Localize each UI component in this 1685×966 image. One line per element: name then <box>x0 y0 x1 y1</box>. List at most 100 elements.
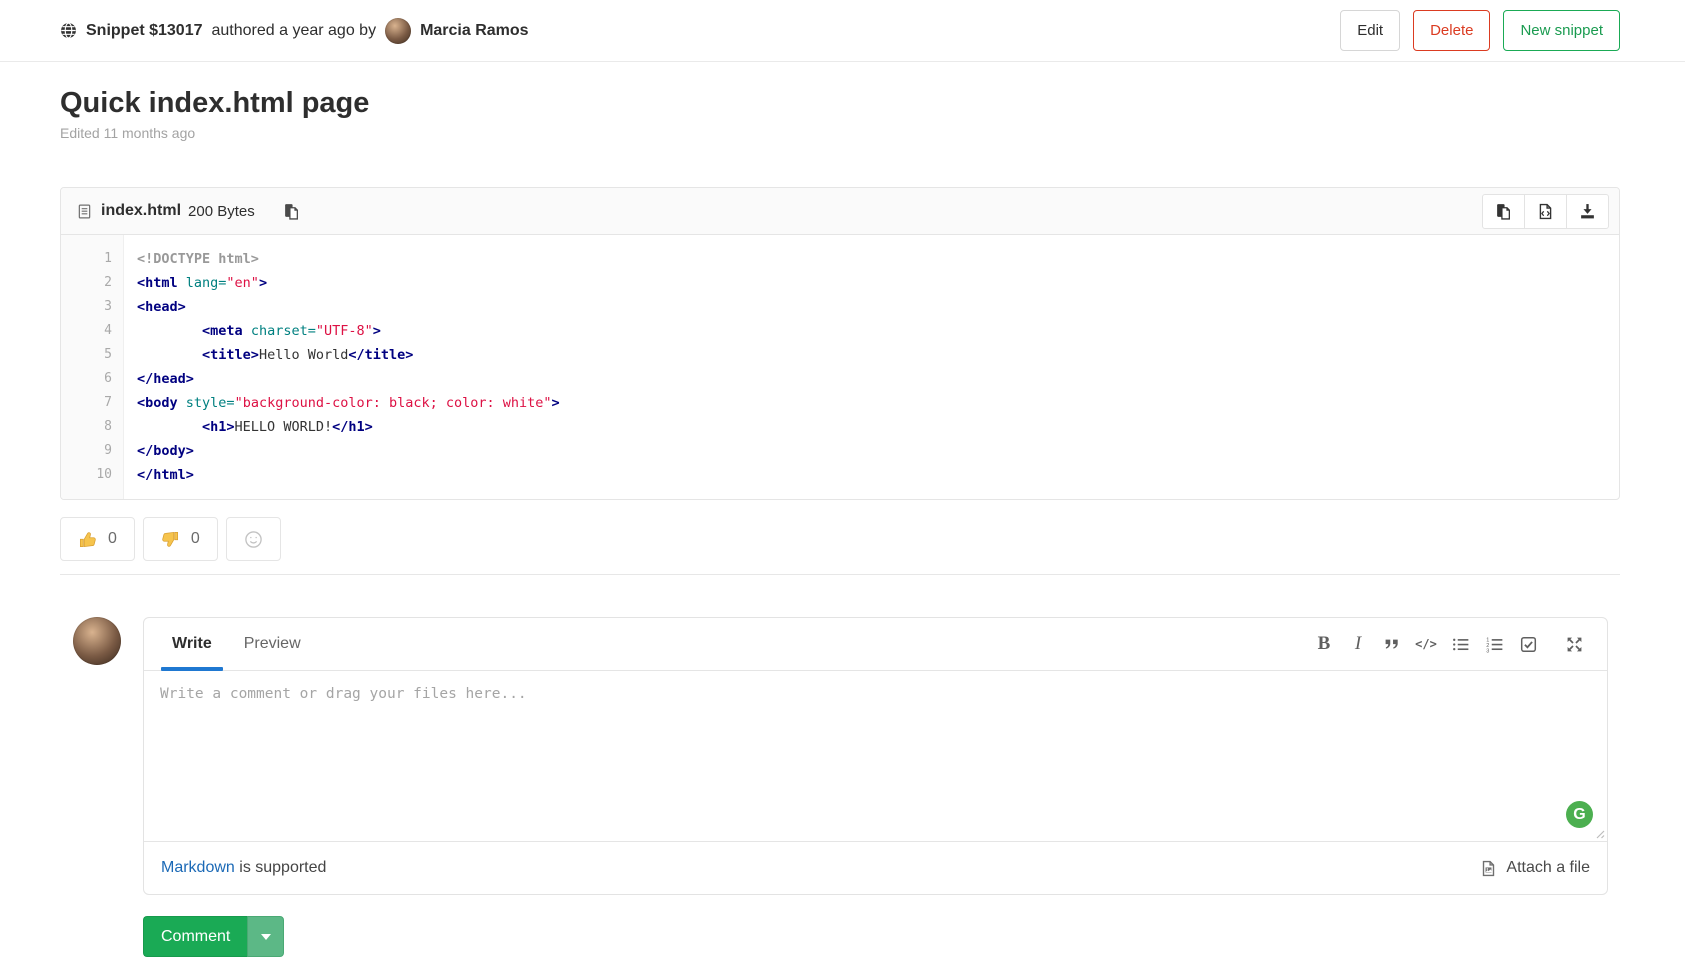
copy-file-path-button[interactable] <box>281 201 302 222</box>
bullet-list-icon <box>1452 636 1469 653</box>
author-avatar <box>385 18 411 44</box>
line-numbers[interactable]: 12345678910 <box>61 235 124 499</box>
attach-file-icon <box>1480 860 1497 877</box>
snippet-page: Quick index.html page Edited 11 months a… <box>0 87 1685 957</box>
document-icon <box>77 204 92 219</box>
author-link[interactable]: Marcia Ramos <box>385 18 529 44</box>
authored-text: authored a year ago by <box>212 22 377 40</box>
add-reaction-button[interactable] <box>226 517 281 561</box>
line-number: 7 <box>61 391 112 415</box>
tab-preview-label: Preview <box>244 635 301 653</box>
line-number: 1 <box>61 247 112 271</box>
award-emoji-row: 0 0 <box>60 517 1620 561</box>
comment-form-section: Write Preview B I <box>60 617 1620 895</box>
code-line: <body style="background-color: black; co… <box>137 391 1619 415</box>
comment-editor-card: Write Preview B I <box>143 617 1608 895</box>
italic-icon: I <box>1355 633 1361 655</box>
tab-write-label: Write <box>172 635 212 653</box>
task-list-icon <box>1520 636 1537 653</box>
bullet-list-button[interactable] <box>1443 626 1477 662</box>
current-user-avatar <box>73 617 121 665</box>
file-action-group <box>1483 194 1609 229</box>
thumbs-down-emoji <box>161 530 180 549</box>
editor-area: G <box>144 671 1607 842</box>
italic-button[interactable]: I <box>1341 626 1375 662</box>
thumbs-up-button[interactable]: 0 <box>60 517 135 561</box>
file-size: 200 Bytes <box>188 203 255 220</box>
comment-submit-button[interactable]: Comment <box>143 916 247 957</box>
attach-file-label: Attach a file <box>1506 859 1590 877</box>
download-icon <box>1579 203 1596 220</box>
line-number: 6 <box>61 367 112 391</box>
delete-button[interactable]: Delete <box>1413 10 1490 51</box>
open-raw-icon <box>1537 203 1554 220</box>
tab-write[interactable]: Write <box>161 618 223 670</box>
code-line: <html lang="en"> <box>137 271 1619 295</box>
bold-icon: B <box>1318 633 1331 655</box>
line-number: 5 <box>61 343 112 367</box>
line-number: 2 <box>61 271 112 295</box>
copy-contents-icon <box>1495 203 1512 220</box>
line-number: 9 <box>61 439 112 463</box>
numbered-list-button[interactable]: 1 2 3 <box>1477 626 1511 662</box>
line-number: 4 <box>61 319 112 343</box>
tab-preview[interactable]: Preview <box>233 618 312 670</box>
insert-code-button[interactable]: </> <box>1409 626 1443 662</box>
page-title: Quick index.html page <box>60 87 1620 120</box>
thumbs-down-count: 0 <box>191 530 200 548</box>
new-snippet-button[interactable]: New snippet <box>1503 10 1620 51</box>
copy-contents-button[interactable] <box>1482 194 1525 229</box>
snippet-header-bar: Snippet $13017 authored a year ago by Ma… <box>0 0 1685 62</box>
snippet-actions: Edit Delete New snippet <box>1340 10 1620 51</box>
svg-text:3: 3 <box>1486 648 1489 653</box>
editor-footer: Markdown is supported Attach a file <box>144 842 1607 894</box>
code-content: <!DOCTYPE html><html lang="en"><head> <m… <box>124 235 1619 499</box>
code-line: </body> <box>137 439 1619 463</box>
line-number: 8 <box>61 415 112 439</box>
globe-icon <box>60 22 77 39</box>
edit-button[interactable]: Edit <box>1340 10 1400 51</box>
code-line: <!DOCTYPE html> <box>137 247 1619 271</box>
line-number: 10 <box>61 463 112 487</box>
code-line: <h1>HELLO WORLD!</h1> <box>137 415 1619 439</box>
numbered-list-icon: 1 2 3 <box>1486 636 1503 653</box>
notes-divider <box>60 574 1620 575</box>
task-list-button[interactable] <box>1511 626 1545 662</box>
markdown-toolbar: B I <box>1307 618 1591 670</box>
caret-down-icon <box>261 934 271 940</box>
line-number: 3 <box>61 295 112 319</box>
file-name: index.html <box>101 202 181 220</box>
comment-submit-row: Comment <box>60 916 1620 957</box>
code-viewer: 12345678910 <!DOCTYPE html><html lang="e… <box>61 235 1619 499</box>
fullscreen-button[interactable] <box>1557 626 1591 662</box>
thumbs-up-count: 0 <box>108 530 117 548</box>
file-header: index.html 200 Bytes <box>61 188 1619 235</box>
thumbs-down-button[interactable]: 0 <box>143 517 218 561</box>
code-line: </html> <box>137 463 1619 487</box>
comment-options-dropdown[interactable] <box>247 916 284 957</box>
fullscreen-icon <box>1566 636 1583 653</box>
quote-button[interactable] <box>1375 626 1409 662</box>
markdown-help-link[interactable]: Markdown <box>161 859 235 876</box>
markdown-supported-text: is supported <box>235 859 327 876</box>
edited-timestamp: Edited 11 months ago <box>60 125 1620 141</box>
download-button[interactable] <box>1566 194 1609 229</box>
bold-button[interactable]: B <box>1307 626 1341 662</box>
thumbs-up-emoji <box>78 530 97 549</box>
code-line: <title>Hello World</title> <box>137 343 1619 367</box>
snippet-meta: Snippet $13017 authored a year ago by Ma… <box>60 18 529 44</box>
copy-to-clipboard-icon <box>283 203 300 220</box>
code-line: <head> <box>137 295 1619 319</box>
comment-textarea[interactable] <box>144 671 1607 841</box>
editor-tabs-row: Write Preview B I <box>144 618 1607 671</box>
attach-file-button[interactable]: Attach a file <box>1480 859 1590 877</box>
smiley-icon <box>244 530 263 549</box>
author-name: Marcia Ramos <box>420 22 529 40</box>
open-raw-button[interactable] <box>1524 194 1567 229</box>
grammarly-icon[interactable]: G <box>1566 801 1593 828</box>
code-line: </head> <box>137 367 1619 391</box>
code-line: <meta charset="UTF-8"> <box>137 319 1619 343</box>
resize-handle-icon[interactable] <box>1594 828 1605 839</box>
quote-icon <box>1384 636 1401 653</box>
snippet-id: Snippet $13017 <box>86 22 203 40</box>
